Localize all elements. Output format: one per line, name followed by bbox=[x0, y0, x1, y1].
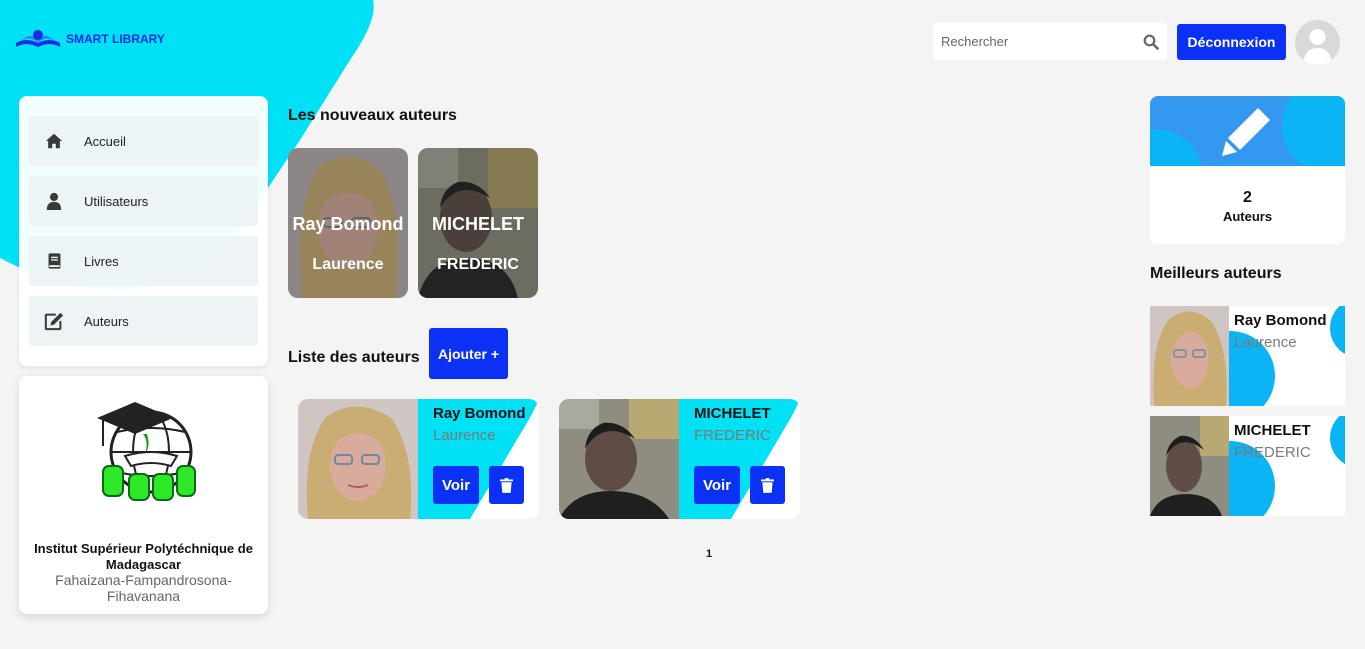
sidebar-item-label: Accueil bbox=[84, 133, 126, 149]
pagination-page[interactable]: 1 bbox=[700, 548, 718, 560]
author-photo bbox=[559, 399, 679, 519]
author-photo bbox=[298, 399, 418, 519]
view-button[interactable]: Voir bbox=[694, 466, 740, 504]
logout-button[interactable]: Déconnexion bbox=[1177, 24, 1286, 60]
delete-button[interactable] bbox=[750, 466, 785, 504]
brand-name: SMART LIBRARY bbox=[66, 32, 165, 46]
sidebar-item-label: Utilisateurs bbox=[84, 193, 149, 209]
sidebar-item-label: Livres bbox=[84, 253, 119, 269]
author-firstname: FREDERIC bbox=[1234, 444, 1311, 461]
new-author-card[interactable]: Ray Bomond Laurence bbox=[288, 148, 408, 298]
author-photo bbox=[1150, 416, 1229, 516]
search-input[interactable] bbox=[941, 34, 1143, 49]
author-name: MICHELET bbox=[694, 405, 771, 422]
authors-count-label: Auteurs bbox=[1222, 209, 1273, 224]
trash-icon bbox=[761, 477, 774, 493]
new-author-card[interactable]: MICHELET FREDERIC bbox=[418, 148, 538, 298]
best-author-card[interactable]: MICHELET FREDERIC bbox=[1150, 416, 1345, 516]
book-icon bbox=[44, 251, 64, 271]
authors-count-card: 2 Auteurs bbox=[1150, 96, 1345, 244]
delete-button[interactable] bbox=[489, 466, 524, 504]
search-box bbox=[933, 23, 1167, 60]
avatar[interactable] bbox=[1295, 20, 1340, 65]
user-avatar-icon bbox=[1303, 29, 1332, 65]
author-firstname: FREDERIC bbox=[437, 256, 519, 273]
best-authors-title: Meilleurs auteurs bbox=[1150, 265, 1282, 282]
institute-card: Institut Supérieur Polytéchnique de Mada… bbox=[19, 376, 268, 614]
sidebar-item-accueil[interactable]: Accueil bbox=[29, 116, 258, 166]
add-author-button[interactable]: Ajouter + bbox=[429, 328, 508, 379]
view-button[interactable]: Voir bbox=[433, 466, 479, 504]
best-author-card[interactable]: Ray Bomond Laurence bbox=[1150, 306, 1345, 406]
author-name: MICHELET bbox=[432, 214, 524, 234]
new-authors-title: Les nouveaux auteurs bbox=[288, 107, 457, 124]
author-firstname: FREDERIC bbox=[694, 427, 771, 444]
author-firstname: Laurence bbox=[1234, 334, 1297, 351]
trash-icon bbox=[500, 477, 513, 493]
author-name: MICHELET bbox=[1234, 422, 1311, 439]
institute-logo bbox=[97, 402, 196, 501]
author-firstname: Laurence bbox=[433, 427, 496, 444]
user-icon bbox=[44, 191, 64, 211]
author-card: Ray Bomond Laurence Voir bbox=[298, 399, 539, 519]
institute-name: Institut Supérieur Polytéchnique de Mada… bbox=[34, 541, 253, 572]
author-name: Ray Bomond bbox=[292, 214, 404, 234]
sidebar-item-utilisateurs[interactable]: Utilisateurs bbox=[29, 176, 258, 226]
brand-logo[interactable]: SMART LIBRARY bbox=[14, 27, 165, 51]
author-name: Ray Bomond bbox=[1234, 312, 1327, 329]
pencil-icon bbox=[1222, 108, 1270, 156]
home-icon bbox=[44, 131, 64, 151]
search-icon[interactable] bbox=[1143, 34, 1159, 50]
sidebar-nav: Accueil Utilisateurs Livres Auteurs bbox=[19, 96, 268, 366]
institute-location: Fahaizana-Fampandrosona-Fihavanana bbox=[55, 572, 232, 604]
author-list-title: Liste des auteurs bbox=[288, 349, 420, 366]
book-logo-icon bbox=[16, 30, 60, 47]
sidebar-item-auteurs[interactable]: Auteurs bbox=[29, 296, 258, 346]
author-name: Ray Bomond bbox=[433, 405, 526, 422]
author-card: MICHELET FREDERIC Voir bbox=[559, 399, 800, 519]
author-photo bbox=[1150, 306, 1229, 406]
edit-icon bbox=[44, 311, 64, 331]
authors-count: 2 bbox=[1243, 189, 1252, 206]
author-firstname: Laurence bbox=[312, 256, 384, 273]
sidebar-item-livres[interactable]: Livres bbox=[29, 236, 258, 286]
sidebar-item-label: Auteurs bbox=[84, 313, 129, 329]
